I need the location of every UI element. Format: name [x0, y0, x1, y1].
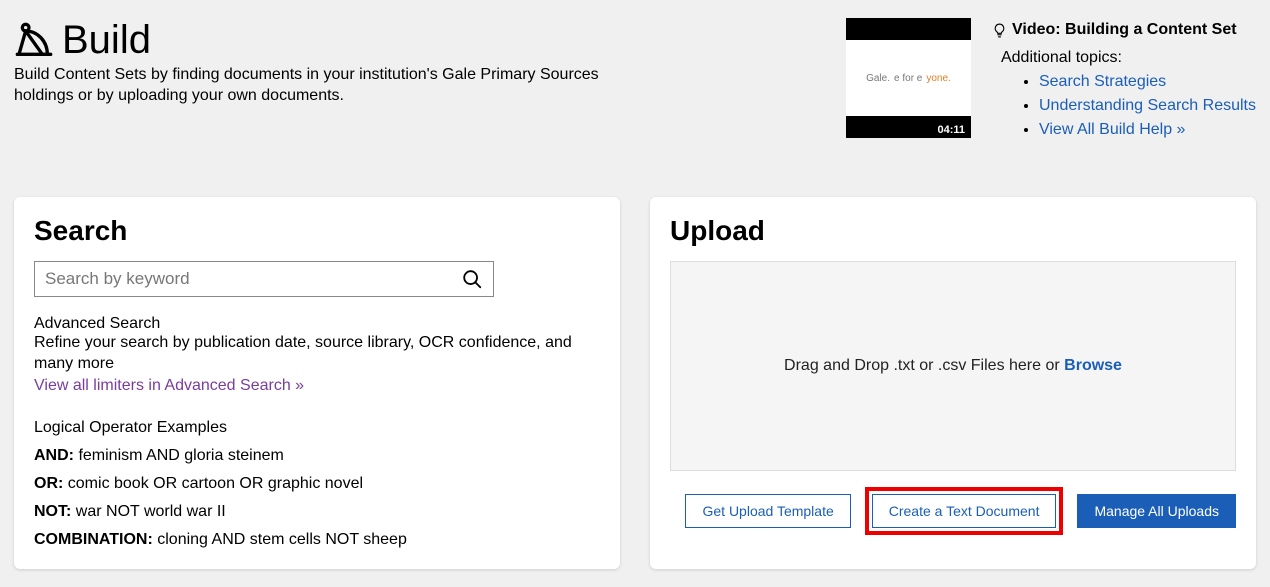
help-link-understanding-results[interactable]: Understanding Search Results: [1039, 97, 1256, 114]
operator-or: OR: comic book OR cartoon OR graphic nov…: [34, 475, 600, 493]
compass-icon: [14, 21, 54, 61]
video-duration: 04:11: [931, 122, 971, 138]
upload-title: Upload: [670, 215, 1236, 247]
additional-topics-label: Additional topics:: [1001, 42, 1256, 70]
get-upload-template-button[interactable]: Get Upload Template: [685, 494, 850, 528]
browse-link[interactable]: Browse: [1064, 357, 1122, 374]
manage-all-uploads-button[interactable]: Manage All Uploads: [1077, 494, 1236, 528]
create-text-doc-highlight: Create a Text Document: [865, 487, 1064, 535]
upload-dropzone[interactable]: Drag and Drop .txt or .csv Files here or…: [670, 261, 1236, 471]
help-link-search-strategies[interactable]: Search Strategies: [1039, 73, 1166, 90]
lightbulb-icon: [991, 22, 1008, 39]
search-icon[interactable]: [461, 268, 483, 290]
operator-examples-title: Logical Operator Examples: [34, 419, 600, 437]
search-title: Search: [34, 215, 600, 247]
operator-combination: COMBINATION: cloning AND stem cells NOT …: [34, 531, 600, 549]
help-link-view-all[interactable]: View All Build Help »: [1039, 121, 1185, 138]
upload-drop-text: Drag and Drop .txt or .csv Files here or: [784, 357, 1064, 374]
page-description: Build Content Sets by finding documents …: [14, 65, 614, 107]
create-text-document-button[interactable]: Create a Text Document: [872, 494, 1057, 528]
page-title: Build: [14, 18, 826, 63]
help-video-thumbnail[interactable]: Gale. e for e yone. 04:11: [846, 18, 971, 138]
search-card: Search Advanced Search Refine your searc…: [14, 197, 620, 569]
advanced-search-link[interactable]: View all limiters in Advanced Search »: [34, 377, 304, 395]
advanced-search-title: Advanced Search: [34, 315, 600, 333]
upload-card: Upload Drag and Drop .txt or .csv Files …: [650, 197, 1256, 569]
search-input[interactable]: [45, 269, 461, 289]
advanced-search-desc: Refine your search by publication date, …: [34, 333, 574, 375]
operator-not: NOT: war NOT world war II: [34, 503, 600, 521]
search-box: [34, 261, 494, 297]
page-title-text: Build: [62, 18, 151, 63]
operator-and: AND: feminism AND gloria steinem: [34, 447, 600, 465]
help-video-title: Video: Building a Content Set: [991, 18, 1256, 42]
